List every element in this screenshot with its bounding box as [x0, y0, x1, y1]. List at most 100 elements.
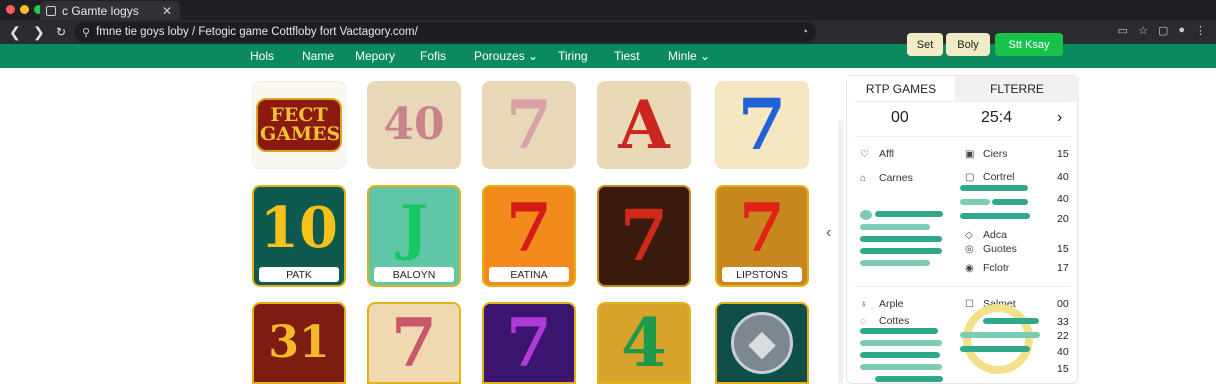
nav-item-minle[interactable]: Minle ⌄ [668, 49, 710, 63]
chevron-right-icon[interactable]: › [1057, 109, 1062, 127]
game-tile[interactable]: FECT GAMES [252, 81, 346, 169]
body-button[interactable]: Boly [946, 33, 990, 56]
game-logo-art: 7 [484, 304, 574, 382]
game-tile[interactable]: 7 EATINA [482, 185, 576, 287]
game-logo-art: FECT GAMES [253, 82, 345, 168]
game-tile[interactable]: 7 [482, 302, 576, 384]
share-icon[interactable]: ◔ [801, 26, 808, 38]
checkbox-icon[interactable]: ☐ [965, 299, 974, 310]
game-tile[interactable]: 7 [482, 81, 576, 169]
nav-item-hols[interactable]: Hols [250, 49, 274, 63]
game-tile[interactable]: 7 [597, 185, 691, 287]
row-label: Affl [879, 148, 894, 160]
close-window-icon[interactable] [6, 5, 15, 14]
tile-glyph: 7 [506, 304, 552, 382]
address-bar[interactable]: ⚲ fmne tie goys loby / Fetogic game Cott… [74, 22, 816, 42]
bookmark-icon[interactable]: ☆ [1138, 24, 1148, 37]
home-icon: ⌂ [860, 173, 867, 184]
profile-icon[interactable]: ● [1178, 24, 1185, 37]
row-label: Ciers [983, 148, 1008, 160]
row-value: 15 [1057, 148, 1069, 160]
drop-icon: ◇ [965, 230, 973, 241]
game-tile[interactable]: 4 [597, 302, 691, 384]
favicon-icon [46, 5, 56, 16]
row-value: 20 [1057, 213, 1069, 225]
minimize-window-icon[interactable] [20, 5, 29, 14]
game-tile[interactable]: ◆ [715, 302, 809, 384]
row-value: 40 [1057, 346, 1069, 358]
window-controls[interactable] [6, 5, 43, 14]
game-title: PATK [259, 267, 339, 282]
set-button[interactable]: Set [907, 33, 943, 56]
apple-icon: ♁ [860, 299, 868, 310]
sidebar-icon[interactable]: ▢ [1158, 24, 1168, 37]
divider [855, 101, 1071, 102]
game-logo-art: 40 [367, 81, 461, 169]
tile-glyph: 7 [506, 86, 552, 164]
row-label: Cortrel [983, 171, 1015, 183]
row-value: 15 [1057, 243, 1069, 255]
row-value: 40 [1057, 171, 1069, 183]
extension-icon[interactable]: ▭ [1118, 24, 1128, 37]
tab-title: c Gamte logys [62, 3, 139, 18]
bar [983, 318, 1039, 324]
bar [992, 199, 1028, 205]
row-label: Cottes [879, 315, 910, 327]
game-tile[interactable]: A [597, 81, 691, 169]
tab-filter[interactable]: FLTERRE [955, 76, 1079, 101]
stats-panel: RTP GAMES FLTERRE 00 25:4 › ♡ Affl ⌂ Car… [846, 75, 1079, 384]
game-tile[interactable]: 40 [367, 81, 461, 169]
tile-glyph: 7 [391, 304, 437, 382]
back-arrow-icon[interactable]: ❮ [9, 23, 21, 41]
bar [875, 376, 943, 382]
heart-icon: ♡ [860, 149, 869, 160]
url-text: fmne tie goys loby / Fetogic game Cottfl… [96, 26, 418, 38]
tab-close-icon[interactable]: ✕ [162, 4, 172, 18]
bar-dot [860, 210, 872, 220]
tile-glyph: 7 [506, 189, 552, 267]
scrollbar[interactable] [838, 120, 843, 384]
forward-arrow-icon[interactable]: ❯ [33, 23, 45, 41]
tab-rtp-games[interactable]: RTP GAMES [847, 76, 955, 101]
nav-item-tiest[interactable]: Tiest [614, 49, 640, 63]
game-tile[interactable]: 10 PATK [252, 185, 346, 287]
menu-icon[interactable]: ⋮ [1195, 24, 1206, 37]
bar [960, 332, 1040, 338]
bar [860, 236, 942, 242]
bar [860, 340, 942, 346]
score-left: 00 [891, 109, 909, 126]
browser-tab[interactable]: c Gamte logys ✕ [40, 1, 180, 20]
cta-button[interactable]: Stt Ksay [995, 33, 1063, 56]
row-value: 33 [1057, 316, 1069, 328]
nav-item-mepory[interactable]: Mepory [355, 49, 395, 63]
row-value: 00 [1057, 298, 1069, 310]
game-logo-art: A [597, 81, 691, 169]
browser-actions: ▭ ☆ ▢ ● ⋮ [1118, 24, 1206, 37]
control-icon: ▢ [965, 172, 975, 183]
row-value: 22 [1057, 330, 1069, 342]
game-tile[interactable]: 7 [367, 302, 461, 384]
nav-item-name[interactable]: Name [302, 49, 334, 63]
game-logo-art: 31 [254, 304, 344, 382]
quote-icon: ◎ [965, 244, 974, 255]
game-tile[interactable]: 7 [715, 81, 809, 169]
score-right: 25:4 [981, 109, 1013, 126]
bar [860, 260, 930, 266]
bar [860, 352, 940, 358]
collapse-panel-icon[interactable]: ‹ [826, 224, 831, 242]
ring-graphic [963, 304, 1033, 374]
nav-item-tiring[interactable]: Tiring [558, 49, 588, 63]
game-logo-art: 7 [599, 187, 689, 285]
row-label: Arple [879, 298, 904, 310]
nav-item-fofis[interactable]: Fofis [420, 49, 446, 63]
game-tile[interactable]: 31 [252, 302, 346, 384]
bar [960, 213, 1030, 219]
game-logo-art: 7 [369, 304, 459, 382]
bar [860, 224, 930, 230]
game-tile[interactable]: 7 LIPSTONS [715, 185, 809, 287]
nav-item-porouzes[interactable]: Porouzes ⌄ [474, 49, 538, 63]
reload-icon[interactable]: ↻ [56, 23, 66, 41]
tile-glyph: 4 [621, 304, 667, 382]
game-tile[interactable]: J BALOYN [367, 185, 461, 287]
bar [960, 346, 1030, 352]
